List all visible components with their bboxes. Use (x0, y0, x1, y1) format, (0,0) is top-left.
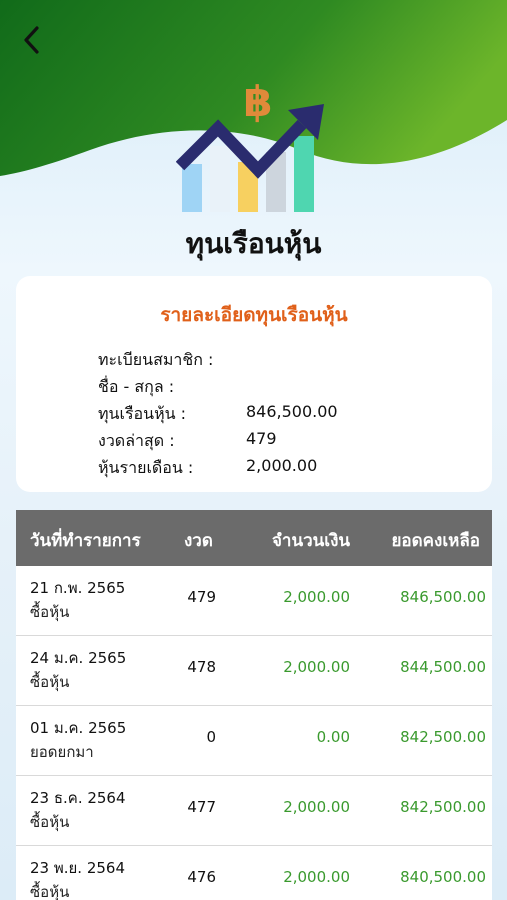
row-balance: 842,500.00 (400, 728, 486, 746)
row-date: 23 พ.ย. 2564 (30, 859, 126, 877)
column-header-amount: จำนวนเงิน (271, 531, 350, 551)
row-balance: 846,500.00 (400, 588, 486, 606)
table-row[interactable]: 21 ก.พ. 2565 ซื้อหุ้น 479 2,000.00 846,5… (16, 566, 492, 636)
page-title: ทุนเรือนหุ้น (185, 227, 322, 260)
summary-value: 479 (246, 429, 277, 448)
table-row[interactable]: 24 ม.ค. 2565 ซื้อหุ้น 478 2,000.00 844,5… (16, 636, 492, 706)
row-amount: 2,000.00 (283, 798, 350, 816)
row-balance: 840,500.00 (400, 868, 486, 886)
row-amount: 2,000.00 (283, 868, 350, 886)
table-row[interactable]: 23 พ.ย. 2564 ซื้อหุ้น 476 2,000.00 840,5… (16, 846, 492, 900)
table-row[interactable]: 01 ม.ค. 2565 ยอดยกมา 0 0.00 842,500.00 (16, 706, 492, 776)
row-amount: 2,000.00 (283, 588, 350, 606)
share-summary-card: รายละเอียดทุนเรือนหุ้น ทะเบียนสมาชิก : ช… (16, 276, 492, 492)
transaction-table: วันที่ทำรายการ งวด จำนวนเงิน ยอดคงเหลือ … (16, 510, 492, 900)
row-type: ซื้อหุ้น (30, 673, 70, 691)
summary-label: ทะเบียนสมาชิก : (98, 350, 214, 369)
summary-row-member-id: ทะเบียนสมาชิก : (98, 348, 478, 372)
row-period: 479 (187, 588, 216, 606)
table-header: วันที่ทำรายการ งวด จำนวนเงิน ยอดคงเหลือ (16, 510, 492, 566)
row-type: ซื้อหุ้น (30, 813, 70, 831)
row-date: 01 ม.ค. 2565 (30, 719, 127, 737)
row-balance: 844,500.00 (400, 658, 486, 676)
bitcoin-rising-chart-icon: ฿ (176, 77, 324, 212)
summary-value: 2,000.00 (246, 456, 318, 475)
row-amount: 2,000.00 (283, 658, 350, 676)
row-date: 24 ม.ค. 2565 (30, 649, 127, 667)
summary-label: ทุนเรือนหุ้น : (98, 404, 187, 423)
svg-text:฿: ฿ (243, 77, 272, 126)
summary-row-share-capital: ทุนเรือนหุ้น : 846,500.00 (98, 402, 478, 426)
back-button[interactable] (14, 22, 50, 58)
summary-row-name: ชื่อ - สกุล : (98, 375, 478, 399)
summary-label: ชื่อ - สกุล : (98, 377, 175, 396)
row-balance: 842,500.00 (400, 798, 486, 816)
summary-row-monthly-share: หุ้นรายเดือน : 2,000.00 (98, 456, 478, 480)
summary-label: งวดล่าสุด : (98, 431, 175, 450)
row-period: 0 (206, 728, 216, 746)
row-period: 478 (187, 658, 216, 676)
summary-label: หุ้นรายเดือน : (98, 458, 194, 477)
column-header-balance: ยอดคงเหลือ (391, 531, 480, 551)
row-period: 477 (187, 798, 216, 816)
row-type: ซื้อหุ้น (30, 883, 70, 900)
row-type: ซื้อหุ้น (30, 603, 70, 621)
row-amount: 0.00 (316, 728, 350, 746)
row-date: 23 ธ.ค. 2564 (30, 789, 126, 807)
summary-row-latest-period: งวดล่าสุด : 479 (98, 429, 478, 453)
table-row[interactable]: 23 ธ.ค. 2564 ซื้อหุ้น 477 2,000.00 842,5… (16, 776, 492, 846)
column-header-date: วันที่ทำรายการ (30, 531, 141, 551)
summary-title: รายละเอียดทุนเรือนหุ้น (160, 304, 348, 326)
chevron-left-icon (24, 26, 39, 54)
row-period: 476 (187, 868, 216, 886)
column-header-period: งวด (184, 531, 213, 551)
row-type: ยอดยกมา (30, 743, 94, 761)
row-date: 21 ก.พ. 2565 (30, 579, 126, 597)
summary-value: 846,500.00 (246, 402, 338, 421)
